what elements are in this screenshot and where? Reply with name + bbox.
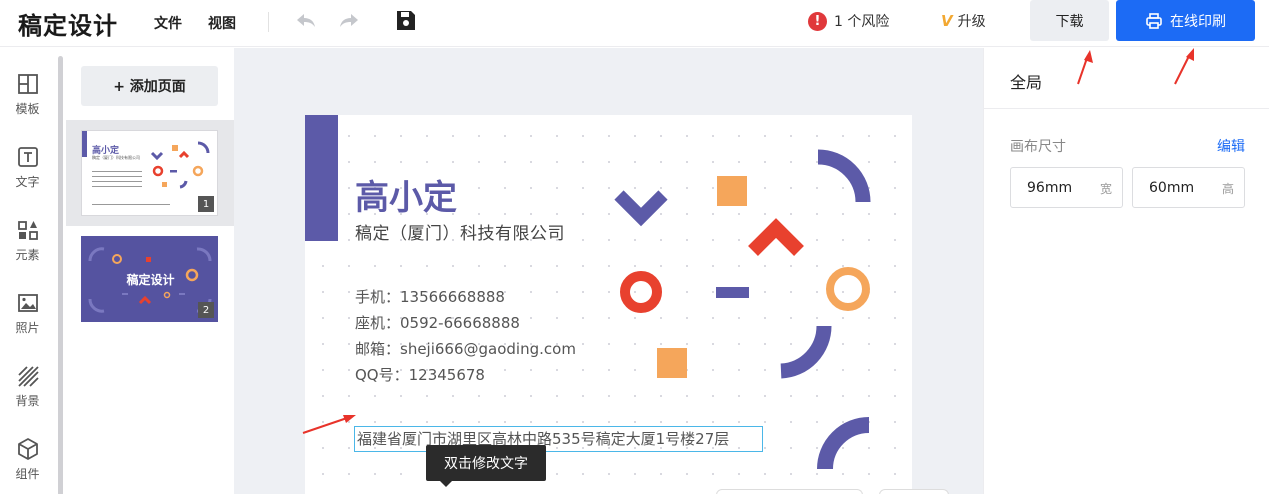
card-accent-bar bbox=[305, 115, 338, 241]
nav-background-label: 背景 bbox=[15, 394, 40, 408]
nav-background[interactable]: 背景 bbox=[0, 362, 55, 424]
upgrade-button[interactable]: V 升级 bbox=[941, 10, 986, 32]
height-field[interactable]: 60mm 高 bbox=[1132, 167, 1245, 208]
tooltip-label: 双击修改文字 bbox=[444, 456, 528, 472]
edit-text-tooltip: 双击修改文字 bbox=[426, 445, 546, 487]
nav-component[interactable]: 组件 bbox=[0, 435, 55, 494]
thumb-text-lines bbox=[92, 171, 142, 191]
app-logo[interactable]: 稿定设计 bbox=[18, 6, 118, 41]
nav-template-label: 模板 bbox=[15, 102, 40, 116]
card-phone[interactable]: 手机：13566668888 bbox=[355, 286, 505, 307]
thumb-address-line bbox=[92, 204, 170, 205]
page-thumb-2[interactable]: 稿定设计 2 bbox=[81, 236, 218, 322]
nav-template[interactable]: 模板 bbox=[0, 70, 55, 132]
panel-divider bbox=[984, 108, 1269, 109]
canvas-size-label: 画布尺寸 bbox=[1010, 139, 1066, 155]
background-icon bbox=[17, 366, 39, 387]
page-number-badge: 1 bbox=[198, 196, 214, 212]
top-bar: 稿定设计 文件 视图 ! 1 个风险 V 升级 下载 在线印刷 bbox=[0, 0, 1269, 47]
width-value: 96mm bbox=[1027, 180, 1073, 196]
page-thumb-1[interactable]: 高小定 稿定（厦门）科技有限公司 1 bbox=[81, 130, 218, 216]
nav-text-label: 文字 bbox=[15, 175, 40, 189]
design-canvas-area[interactable]: 高小定 稿定（厦门）科技有限公司 手机：13566668888 座机：0592-… bbox=[234, 48, 983, 494]
width-unit: 宽 bbox=[1099, 182, 1112, 196]
printer-icon bbox=[1146, 12, 1162, 29]
thumb-accent-bar bbox=[82, 131, 87, 157]
component-icon bbox=[17, 438, 38, 460]
undo-icon[interactable] bbox=[293, 8, 319, 34]
nav-component-label: 组件 bbox=[15, 467, 40, 481]
card-name[interactable]: 高小定 bbox=[355, 170, 457, 219]
add-page-button[interactable]: + 添加页面 bbox=[81, 66, 218, 106]
toolbar-divider bbox=[268, 12, 269, 32]
nav-scrollbar[interactable] bbox=[58, 56, 63, 494]
height-value: 60mm bbox=[1149, 180, 1195, 196]
nav-text[interactable]: 文字 bbox=[0, 143, 55, 205]
warning-icon: ! bbox=[808, 11, 827, 31]
floating-toolbar-button[interactable] bbox=[879, 489, 949, 494]
risk-label: 1 个风险 bbox=[834, 14, 890, 30]
thumb2-title: 稿定设计 bbox=[126, 273, 175, 287]
floating-toolbar-button[interactable] bbox=[716, 489, 863, 494]
height-unit: 高 bbox=[1221, 182, 1234, 196]
template-icon bbox=[17, 74, 38, 94]
red-chevron bbox=[748, 218, 804, 256]
download-button[interactable]: 下载 bbox=[1030, 0, 1109, 41]
menu-file[interactable]: 文件 bbox=[154, 13, 182, 33]
card-decorative-shapes bbox=[614, 149, 871, 470]
vip-icon: V bbox=[941, 12, 953, 30]
redo-icon[interactable] bbox=[336, 8, 362, 34]
nav-photo[interactable]: 照片 bbox=[0, 289, 55, 351]
nav-elements-label: 元素 bbox=[15, 248, 40, 262]
nav-photo-label: 照片 bbox=[15, 321, 40, 335]
photo-icon bbox=[17, 294, 38, 312]
card-qq[interactable]: QQ号：12345678 bbox=[355, 364, 485, 385]
panel-title: 全局 bbox=[1010, 73, 1043, 92]
card-email[interactable]: 邮箱：sheji666@gaoding.com bbox=[355, 338, 576, 359]
properties-panel: 全局 画布尺寸 编辑 96mm 宽 60mm 高 bbox=[983, 48, 1269, 494]
nav-elements[interactable]: 元素 bbox=[0, 216, 55, 278]
risk-indicator[interactable]: ! 1 个风险 bbox=[808, 10, 889, 32]
elements-icon bbox=[17, 221, 38, 240]
print-online-button[interactable]: 在线印刷 bbox=[1116, 0, 1255, 41]
thumb-shapes bbox=[150, 141, 210, 189]
print-label: 在线印刷 bbox=[1170, 13, 1226, 30]
page-number-badge: 2 bbox=[198, 302, 214, 318]
pages-panel: + 添加页面 高小定 稿定（厦门）科技有限公司 1 稿定设计 2 bbox=[66, 48, 234, 494]
upgrade-label: 升级 bbox=[957, 14, 986, 30]
text-icon bbox=[17, 147, 38, 167]
menu-view[interactable]: 视图 bbox=[208, 13, 236, 33]
thumb-company: 稿定（厦门）科技有限公司 bbox=[92, 155, 140, 160]
edit-size-link[interactable]: 编辑 bbox=[1217, 136, 1245, 156]
card-company[interactable]: 稿定（厦门）科技有限公司 bbox=[355, 219, 565, 244]
business-card[interactable]: 高小定 稿定（厦门）科技有限公司 手机：13566668888 座机：0592-… bbox=[305, 115, 912, 494]
card-landline[interactable]: 座机：0592-66668888 bbox=[355, 312, 520, 333]
width-field[interactable]: 96mm 宽 bbox=[1010, 167, 1123, 208]
left-nav: 模板 文字 元素 照片 背景 组件 bbox=[0, 48, 55, 494]
save-icon[interactable] bbox=[393, 8, 419, 34]
